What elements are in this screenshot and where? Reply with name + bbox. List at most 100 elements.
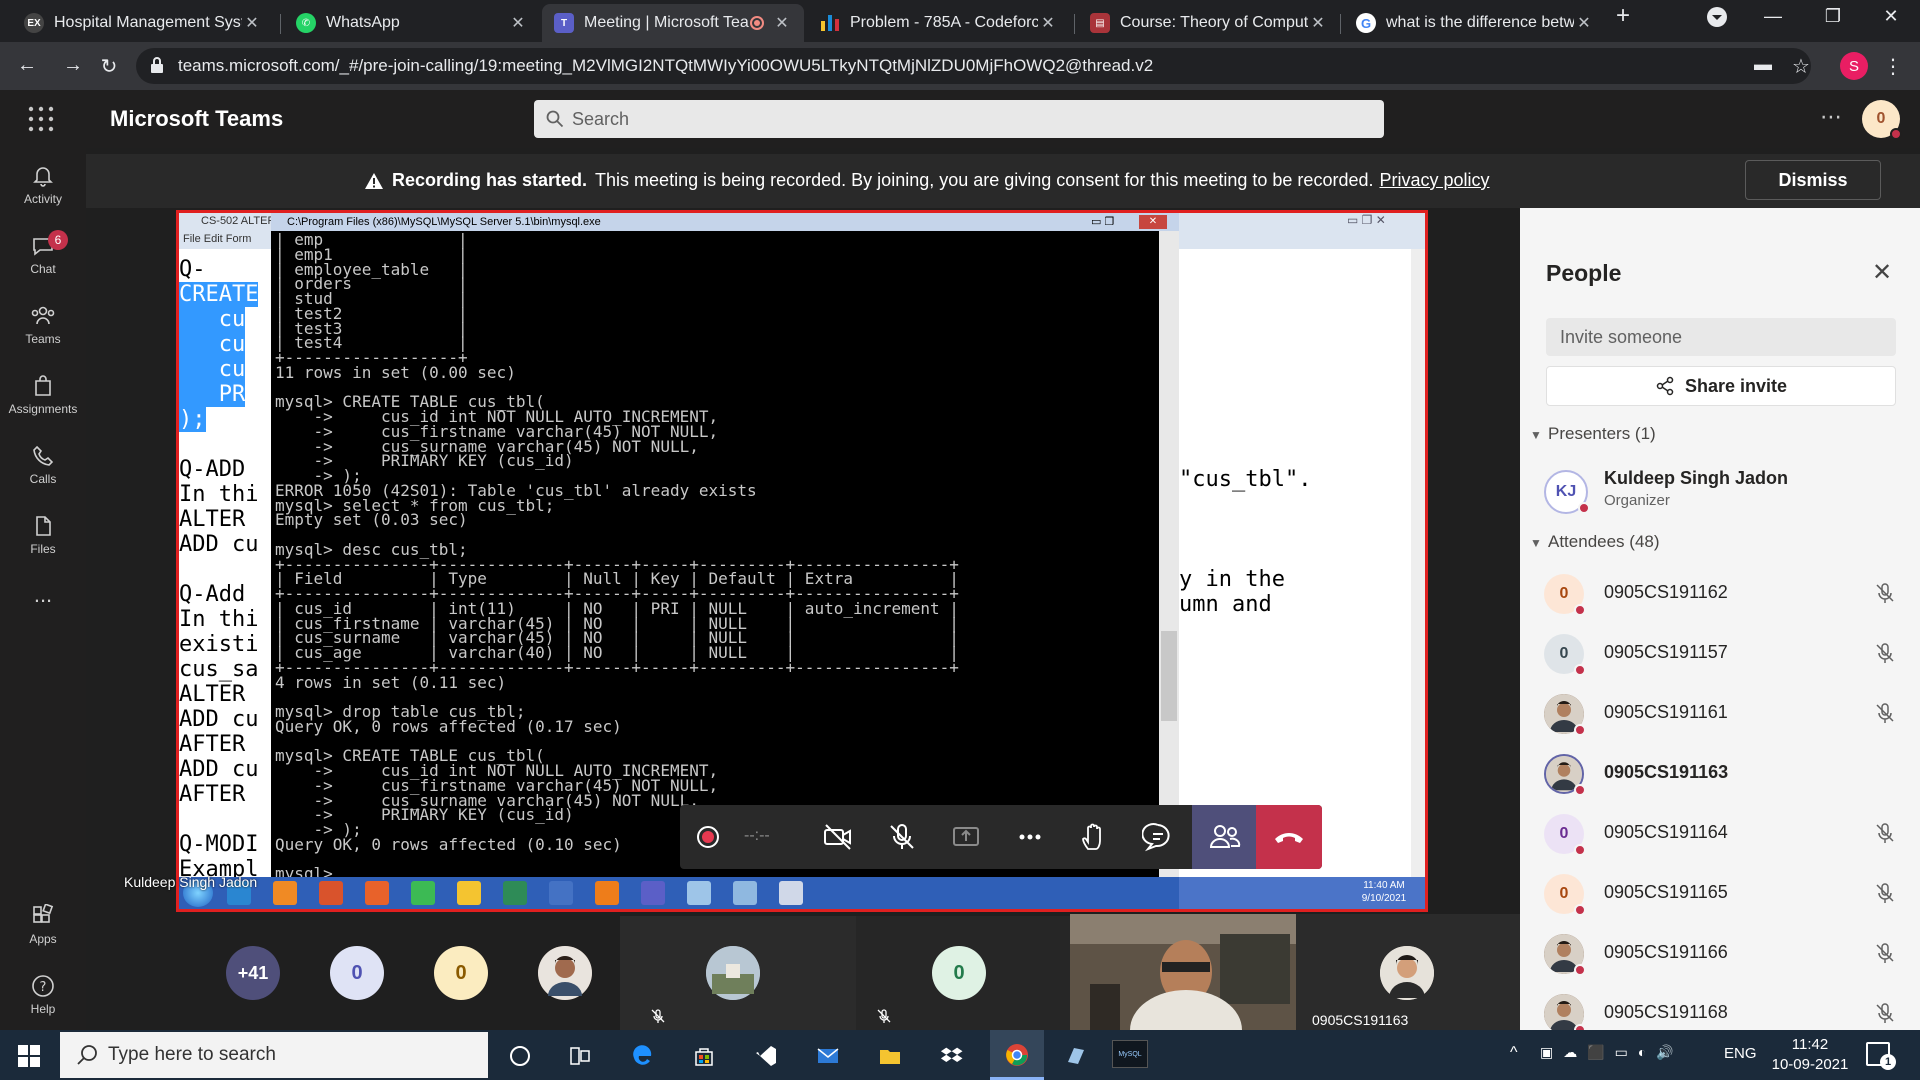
profile-avatar[interactable]: S bbox=[1840, 52, 1868, 80]
forward-icon[interactable]: → bbox=[60, 54, 86, 77]
camera-blocked-icon[interactable]: ▬ bbox=[1750, 54, 1776, 75]
notepad-title: CS-502 ALTER bbox=[201, 215, 276, 227]
close-tab-icon[interactable]: ✕ bbox=[508, 13, 528, 33]
attendee-row[interactable]: 0905CS191161 bbox=[1544, 688, 1914, 738]
notepad-left-text: Q- CREATE cu cu cu PR); Q-ADD In thi ALTER A… bbox=[179, 257, 269, 882]
close-tab-icon[interactable]: ✕ bbox=[1574, 13, 1594, 33]
attendee-row[interactable]: 0905CS191166 bbox=[1544, 928, 1914, 978]
close-tab-icon[interactable]: ✕ bbox=[1038, 13, 1058, 33]
whatsapp-icon: ✆ bbox=[296, 13, 316, 33]
mail-icon[interactable] bbox=[816, 1044, 840, 1068]
mysql-console-taskbar-icon[interactable]: MySQL bbox=[1112, 1040, 1148, 1068]
tab-whatsapp[interactable]: ✆ WhatsApp ✕ bbox=[284, 4, 540, 42]
minimize-icon[interactable]: — bbox=[1758, 6, 1788, 27]
privacy-policy-link[interactable]: Privacy policy bbox=[1379, 170, 1489, 191]
rail-apps[interactable]: Apps bbox=[0, 904, 86, 946]
share-invite-button[interactable]: Share invite bbox=[1546, 366, 1896, 406]
system-clock[interactable]: 11:42 10-09-2021 bbox=[1766, 1035, 1854, 1075]
attendee-row[interactable]: 0 0905CS191164 bbox=[1544, 808, 1914, 858]
tab-hospital-management[interactable]: EX Hospital Management Syste ✕ bbox=[12, 4, 274, 42]
show-participants-button[interactable] bbox=[1192, 805, 1256, 869]
presence-dot bbox=[1574, 784, 1586, 796]
notepad-line: Q-MODI bbox=[179, 832, 259, 857]
tab-separator bbox=[1074, 14, 1075, 34]
search-input[interactable]: Search bbox=[534, 100, 1384, 138]
back-icon[interactable]: ← bbox=[14, 54, 40, 77]
tab-google-search[interactable]: G what is the difference betw ✕ bbox=[1344, 4, 1606, 42]
chat-bubble-icon[interactable] bbox=[1142, 821, 1174, 853]
more-actions-icon[interactable] bbox=[1014, 821, 1046, 853]
cortana-icon[interactable] bbox=[508, 1044, 532, 1068]
close-panel-icon[interactable]: ✕ bbox=[1872, 258, 1892, 287]
vscode-icon[interactable] bbox=[754, 1044, 778, 1068]
share-screen-icon[interactable] bbox=[950, 821, 982, 853]
rail-activity[interactable]: Activity bbox=[0, 164, 86, 206]
store-icon[interactable] bbox=[692, 1044, 716, 1068]
camera-off-icon[interactable] bbox=[822, 821, 854, 853]
task-view-icon[interactable] bbox=[568, 1044, 592, 1068]
remote-desktop-icon[interactable] bbox=[1064, 1044, 1088, 1068]
browser-menu-icon[interactable]: ⋮ bbox=[1880, 54, 1906, 79]
file-explorer-icon[interactable] bbox=[878, 1044, 902, 1068]
input-language[interactable]: ENG bbox=[1724, 1045, 1757, 1062]
app-launcher-icon[interactable] bbox=[28, 106, 54, 132]
recording-message: Recording has started. This meeting is b… bbox=[364, 170, 1490, 191]
mic-off-icon[interactable] bbox=[886, 821, 918, 853]
console-output: | emp | | emp1 | | employee_table | | order… bbox=[275, 232, 1155, 882]
rail-files[interactable]: Files bbox=[0, 514, 86, 556]
rail-teams[interactable]: Teams bbox=[0, 304, 86, 346]
console-window-buttons: ▭ ❐ bbox=[1091, 216, 1115, 228]
chrome-taskbar-active[interactable] bbox=[990, 1030, 1044, 1080]
notification-center-icon[interactable]: 1 bbox=[1866, 1042, 1896, 1070]
attendee-row[interactable]: 0905CS191163 bbox=[1544, 748, 1914, 798]
close-tab-icon[interactable]: ✕ bbox=[1308, 13, 1328, 33]
rail-chat[interactable]: 6 Chat bbox=[0, 230, 86, 276]
notepad-line bbox=[179, 432, 269, 457]
rail-calls[interactable]: Calls bbox=[0, 444, 86, 486]
recording-icon[interactable] bbox=[694, 823, 722, 851]
participant-tile: 0 bbox=[856, 916, 1070, 1030]
bookmark-star-icon[interactable]: ☆ bbox=[1788, 54, 1814, 79]
attendee-row[interactable]: 0 0905CS191165 bbox=[1544, 868, 1914, 918]
invite-someone-input[interactable]: Invite someone bbox=[1546, 318, 1896, 356]
dropbox-icon[interactable] bbox=[940, 1044, 964, 1068]
more-options-icon[interactable]: ⋯ bbox=[1820, 104, 1842, 130]
reload-icon[interactable]: ↻ bbox=[96, 54, 122, 79]
address-bar[interactable]: teams.microsoft.com/_#/pre-join-calling/… bbox=[136, 48, 1811, 84]
rail-assignments[interactable]: Assignments bbox=[0, 374, 86, 416]
close-tab-icon[interactable]: ✕ bbox=[772, 13, 792, 33]
rail-more-icon[interactable]: ... bbox=[0, 582, 86, 608]
tray-overflow-icon[interactable]: ^ bbox=[1510, 1044, 1518, 1062]
windows-start-icon[interactable] bbox=[18, 1045, 40, 1067]
dismiss-button[interactable]: Dismiss bbox=[1745, 160, 1881, 200]
new-tab-icon[interactable]: + bbox=[1608, 2, 1638, 30]
notepad-line: umn and bbox=[1179, 592, 1272, 617]
presenters-section-toggle[interactable]: ▼ Presenters (1) bbox=[1530, 424, 1656, 444]
tab-teams-meeting[interactable]: T Meeting | Microsoft Tea ✕ bbox=[542, 4, 804, 42]
attendee-row[interactable]: 0 0905CS191162 bbox=[1544, 568, 1914, 618]
attendees-section-toggle[interactable]: ▼ Attendees (48) bbox=[1530, 532, 1660, 552]
rail-label: Apps bbox=[29, 932, 57, 946]
tab-codeforces[interactable]: Problem - 785A - Codeforc ✕ bbox=[808, 4, 1070, 42]
windows-taskbar: Type here to search MySQL ^ ▣☁⬛▭◐🔊 ENG 1… bbox=[0, 1030, 1920, 1080]
notepad-line: cu bbox=[179, 332, 246, 357]
tray-icons[interactable]: ▣☁⬛▭◐🔊 bbox=[1540, 1044, 1684, 1061]
raise-hand-icon[interactable] bbox=[1078, 821, 1110, 853]
tab-theory-of-computation[interactable]: ▤ Course: Theory of Computa ✕ bbox=[1078, 4, 1340, 42]
notepad-window-buttons: ▭ ❐ ✕ bbox=[1347, 213, 1386, 227]
close-window-icon[interactable]: ✕ bbox=[1876, 6, 1906, 27]
tab-search-icon[interactable] bbox=[1706, 6, 1736, 28]
attendee-name: 0905CS191162 bbox=[1604, 582, 1728, 602]
more-participants-button[interactable]: +41 bbox=[226, 946, 280, 1000]
restore-icon[interactable]: ❐ bbox=[1818, 6, 1848, 27]
presenter-row[interactable]: KJ Kuldeep Singh Jadon Organizer bbox=[1544, 460, 1914, 524]
close-tab-icon[interactable]: ✕ bbox=[242, 13, 262, 33]
taskbar-search-input[interactable]: Type here to search bbox=[60, 1032, 488, 1078]
leave-call-button[interactable] bbox=[1256, 805, 1322, 869]
notepad-line: PR bbox=[179, 382, 246, 407]
rail-help[interactable]: ? Help bbox=[0, 974, 86, 1016]
edge-icon[interactable] bbox=[630, 1044, 654, 1068]
taskbar-search-placeholder: Type here to search bbox=[108, 1044, 276, 1065]
mic-off-icon bbox=[1876, 583, 1894, 603]
attendee-row[interactable]: 0 0905CS191157 bbox=[1544, 628, 1914, 678]
